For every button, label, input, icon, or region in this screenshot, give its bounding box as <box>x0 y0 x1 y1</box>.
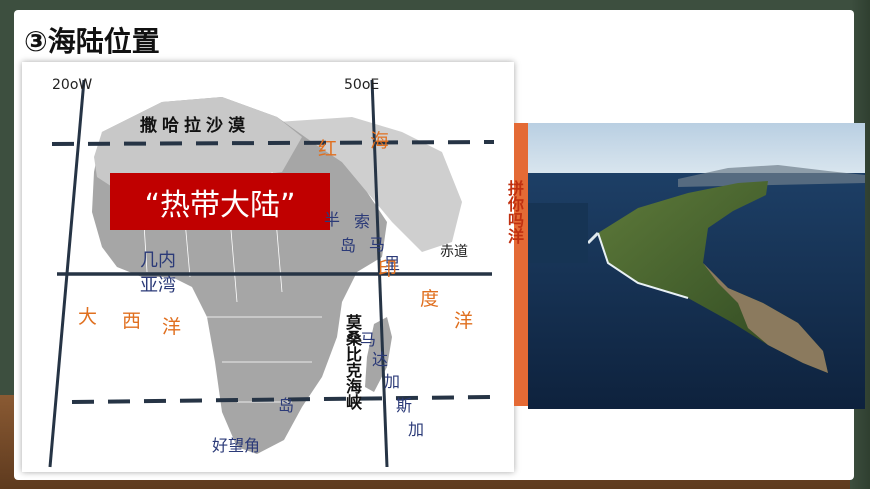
longitude-50e-label: 50oE <box>344 77 380 93</box>
longitude-20w-label: 20oW <box>52 77 93 93</box>
page-title: ③海陆位置 <box>24 25 160 58</box>
atlantic-char-2: 西 <box>122 310 142 332</box>
madagascar-char-6: 岛 <box>278 396 295 415</box>
accent-strip <box>514 123 528 406</box>
gulf-of-guinea-label-1: 几内 <box>140 250 176 271</box>
cape-peninsula-photo <box>528 123 865 409</box>
atlantic-char-3: 洋 <box>162 316 182 338</box>
madagascar-char-3: 加 <box>384 372 401 391</box>
madagascar-char-2: 达 <box>372 350 389 369</box>
slide: ③海陆位置 20oW 50oE 撒哈拉沙漠 “热带大陆” 红 海 半 岛 马 里… <box>14 10 865 480</box>
mozambique-channel-label: 莫桑比克海峡 <box>343 314 362 410</box>
somali-peninsula-char-2: 岛 <box>340 236 357 255</box>
indian-ocean-char-1: 印 <box>378 258 398 280</box>
indian-ocean-char-2: 度 <box>420 288 440 310</box>
africa-map: 20oW 50oE 撒哈拉沙漠 “热带大陆” 红 海 半 岛 马 里 索 赤道 … <box>22 62 514 472</box>
tropical-continent-badge: “热带大陆” <box>110 173 330 230</box>
madagascar-char-1: 马 <box>360 330 377 349</box>
atlantic-char-1: 大 <box>78 306 98 328</box>
red-sea-label-2: 海 <box>370 130 390 152</box>
gulf-of-guinea-label-2: 亚湾 <box>140 275 176 296</box>
somali-peninsula-char-1: 半 <box>324 210 341 229</box>
madagascar-char-5: 加 <box>408 420 425 439</box>
equator-label: 赤道 <box>440 244 468 260</box>
indian-ocean-char-3: 洋 <box>454 310 474 332</box>
africa-map-graphic <box>48 79 495 468</box>
madagascar-char-4: 斯 <box>396 396 413 415</box>
red-sea-label-1: 红 <box>318 138 338 160</box>
coastline-photo-graphic <box>528 123 865 409</box>
somali-peninsula-char-3: 马 <box>369 235 386 254</box>
somali-peninsula-char-5: 索 <box>354 212 371 231</box>
sahara-label: 撒哈拉沙漠 <box>140 116 250 136</box>
cape-of-good-hope-label: 好望角 <box>212 436 261 455</box>
